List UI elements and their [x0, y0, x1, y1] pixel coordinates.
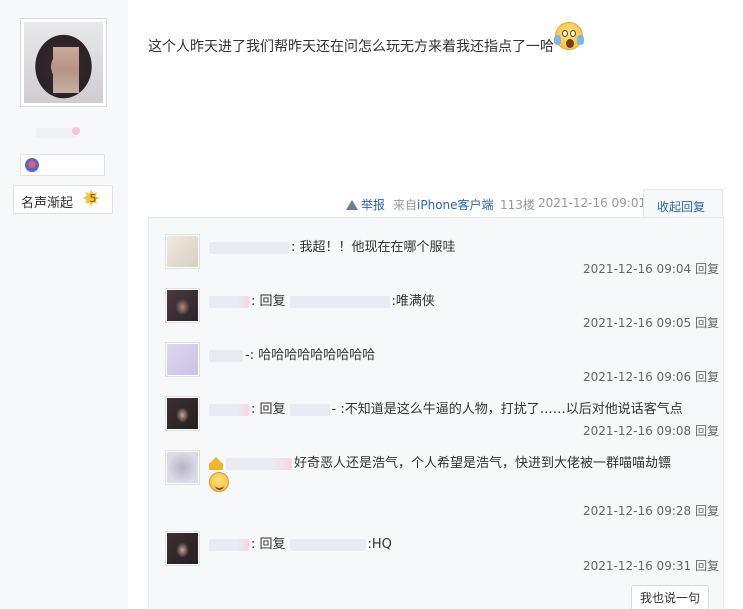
reply-avatar[interactable] — [165, 450, 200, 485]
reply-line: 好奇恶人还是浩气，个人希望是浩气，快进到大佬被一群喵喵劫镖 — [209, 452, 671, 471]
reply-meta: 2021-12-16 09:28 回复 — [583, 502, 719, 519]
reply-line: : 回复 - :不知道是这么牛逼的人物，打扰了……以后对他说话客气点 — [209, 398, 683, 417]
reply-username-blurred[interactable] — [209, 295, 249, 308]
reply-line: : 我超！！他现在在哪个服哇 — [209, 236, 456, 255]
reply-button[interactable]: 回复 — [695, 370, 719, 384]
reply-avatar[interactable] — [165, 342, 200, 377]
avatar-blur-mask — [53, 47, 79, 93]
post-content: 这个人昨天进了我们帮昨天还在问怎么玩无方来着我还指点了一哈 — [148, 39, 554, 55]
level-icon — [25, 158, 39, 172]
reply-username-blurred[interactable] — [209, 349, 243, 362]
star-icon: ✸ 5 — [82, 189, 104, 211]
reply-prefix: : 回复 — [251, 402, 286, 417]
reply-username-blurred[interactable] — [209, 403, 249, 416]
reply-username-blurred[interactable] — [226, 457, 292, 470]
reply-time: 2021-12-16 09:06 — [583, 370, 692, 384]
reply-text: - :不知道是这么牛逼的人物，打扰了……以后对他说话客气点 — [331, 402, 683, 417]
reply-button[interactable]: 回复 — [695, 424, 719, 438]
floor-number: 113楼 — [500, 198, 535, 212]
reply-time: 2021-12-16 09:05 — [583, 316, 692, 330]
reply-line: : 回复 :HQ — [209, 533, 392, 552]
reply-time: 2021-12-16 09:08 — [583, 424, 692, 438]
reply-username-blurred[interactable] — [209, 538, 249, 551]
post-time: 2021-12-16 09:01 — [538, 196, 647, 210]
fame-level-number: 5 — [89, 192, 97, 205]
write-reply-button[interactable]: 我也说一句 — [631, 585, 709, 609]
reply-avatar[interactable] — [165, 531, 200, 566]
reply-text: 好奇恶人还是浩气，个人希望是浩气，快进到大佬被一群喵喵劫镖 — [294, 456, 672, 471]
reply-meta: 2021-12-16 09:08 回复 — [583, 422, 719, 439]
reply-prefix: : 回复 — [251, 294, 286, 309]
reply-meta: 2021-12-16 09:04 回复 — [583, 260, 719, 277]
reply-prefix: : 回复 — [251, 537, 286, 552]
reply-button[interactable]: 回复 — [695, 559, 719, 573]
reply-avatar[interactable] — [165, 234, 200, 269]
author-name-decoration — [72, 127, 80, 135]
replies-panel: : 我超！！他现在在哪个服哇 2021-12-16 09:04 回复 : 回复:唯… — [148, 217, 724, 609]
author-name-blurred[interactable] — [36, 128, 76, 138]
reply-avatar[interactable] — [165, 288, 200, 323]
scream-emoji-icon — [554, 22, 584, 50]
reply-button[interactable]: 回复 — [695, 316, 719, 330]
reply-text: :HQ — [367, 537, 392, 552]
smile-emoji-icon — [209, 472, 229, 492]
user-level-box[interactable] — [20, 154, 105, 176]
collapse-replies-label: 收起回复 — [657, 200, 706, 214]
reply-text: -: 哈哈哈哈哈哈哈哈哈 — [245, 348, 376, 363]
crown-icon — [209, 456, 223, 470]
report-link[interactable]: 举报 — [346, 196, 385, 213]
reply-line: : 回复 :唯满侠 — [209, 290, 435, 309]
reply-target-blurred[interactable] — [289, 295, 390, 308]
reply-button[interactable]: 回复 — [695, 262, 719, 276]
author-avatar[interactable] — [20, 18, 107, 107]
reply-text: :唯满侠 — [391, 294, 435, 309]
reply-target-blurred[interactable] — [289, 538, 366, 551]
collapse-replies-tab[interactable]: 收起回复 — [643, 189, 723, 218]
post-source: 来自iPhone客户端 — [393, 198, 494, 212]
reply-meta: 2021-12-16 09:31 回复 — [583, 557, 719, 574]
reply-line: -: 哈哈哈哈哈哈哈哈哈 — [209, 344, 375, 363]
author-sidebar: 名声渐起 ✸ 5 — [0, 0, 128, 609]
reply-meta: 2021-12-16 09:06 回复 — [583, 368, 719, 385]
reply-text: : 我超！！他现在在哪个服哇 — [291, 240, 456, 255]
fame-badge-box[interactable]: 名声渐起 ✸ 5 — [13, 185, 113, 214]
warning-icon — [346, 200, 358, 210]
reply-line-continued — [209, 472, 229, 492]
reply-username-blurred[interactable] — [209, 241, 289, 254]
reply-target-blurred[interactable] — [289, 403, 330, 416]
reply-time: 2021-12-16 09:04 — [583, 262, 692, 276]
reply-time: 2021-12-16 09:31 — [583, 559, 692, 573]
client-link[interactable]: iPhone客户端 — [417, 198, 494, 212]
reply-avatar[interactable] — [165, 396, 200, 431]
reply-button[interactable]: 回复 — [695, 504, 719, 518]
reply-meta: 2021-12-16 09:05 回复 — [583, 314, 719, 331]
reply-time: 2021-12-16 09:28 — [583, 504, 692, 518]
fame-label: 名声渐起 — [21, 196, 74, 211]
